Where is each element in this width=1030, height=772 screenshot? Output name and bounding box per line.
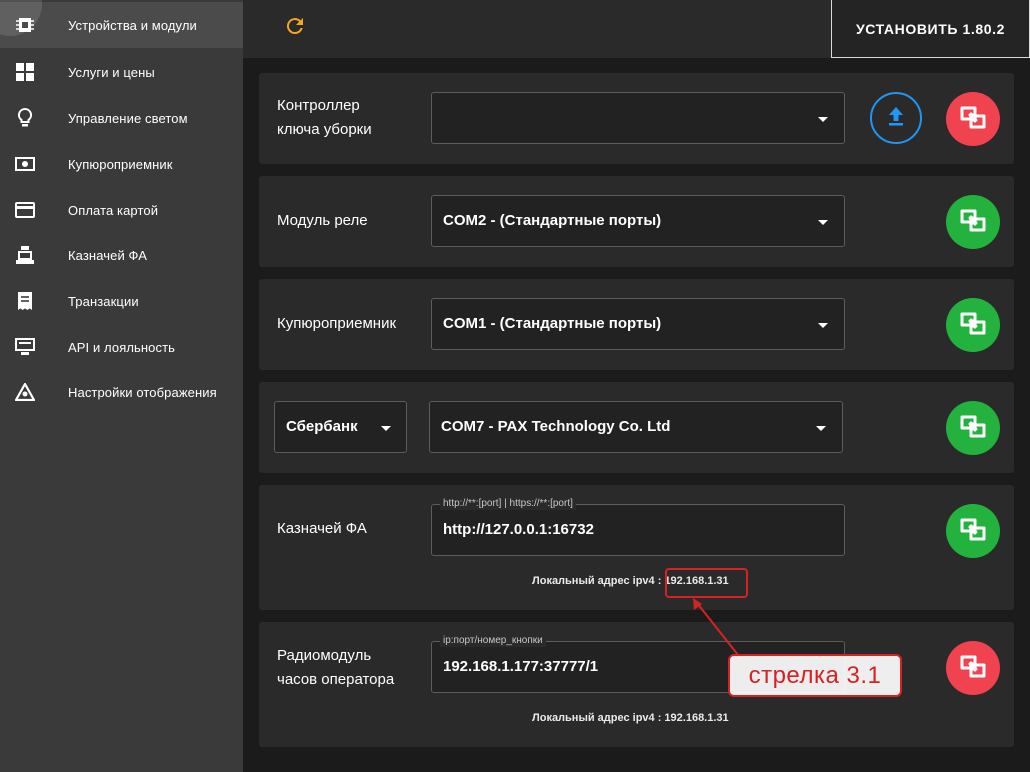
annotation-label: стрелка 3.1	[728, 654, 902, 697]
